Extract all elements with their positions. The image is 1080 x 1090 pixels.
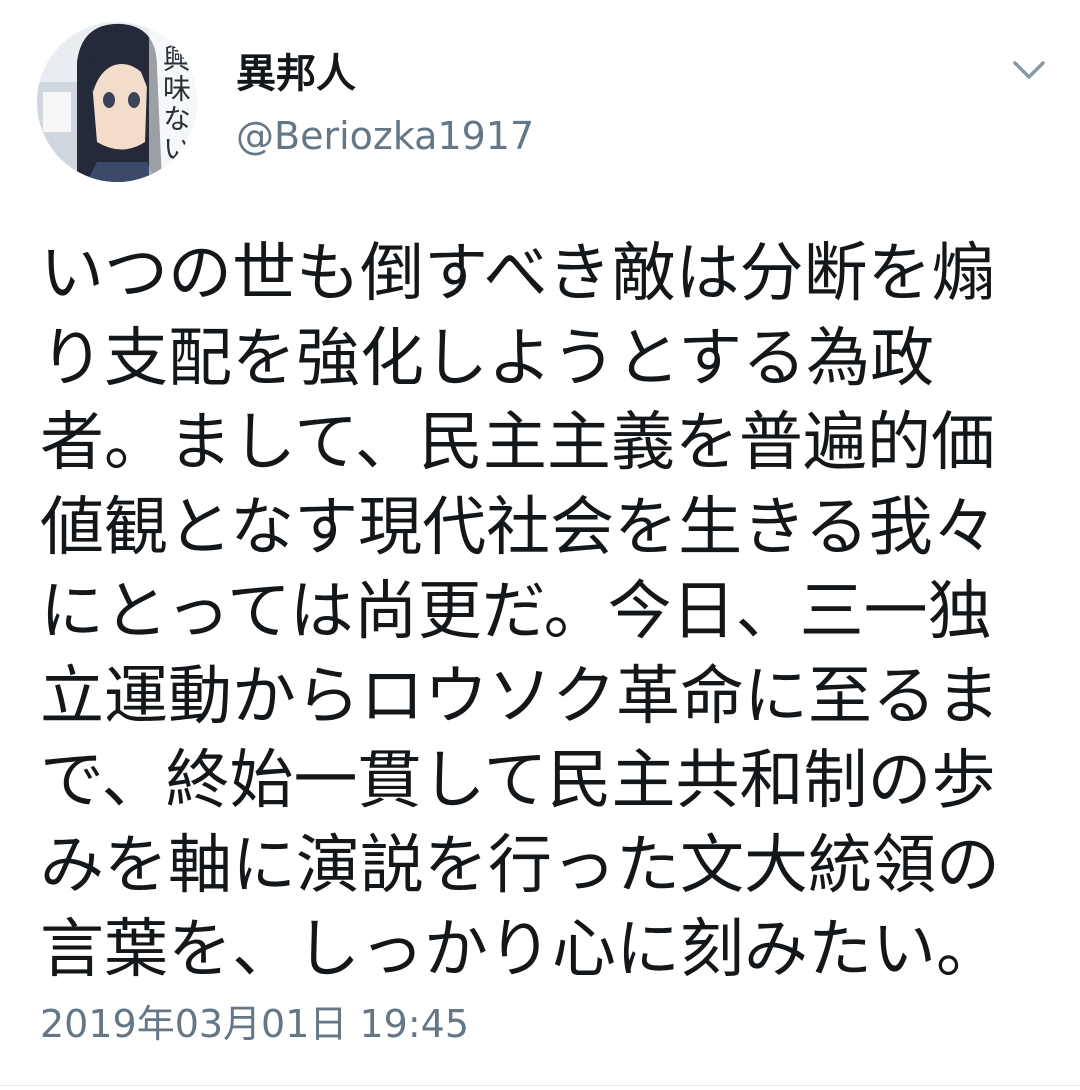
avatar[interactable]: 興味ない <box>37 22 197 182</box>
divider <box>0 1085 1080 1086</box>
display-name[interactable]: 異邦人 <box>236 50 356 98</box>
user-handle[interactable]: @Beriozka1917 <box>236 112 534 160</box>
avatar-caption: 興味ない <box>159 44 192 164</box>
tweet-text: いつの世も倒すべき敵は分断を煽り支配を強化しようとする為政者。まして、民主主義を… <box>40 237 1000 987</box>
chevron-down-icon[interactable] <box>1012 58 1046 82</box>
tweet-timestamp[interactable]: 2019年03月01日 19:45 <box>40 1000 469 1048</box>
